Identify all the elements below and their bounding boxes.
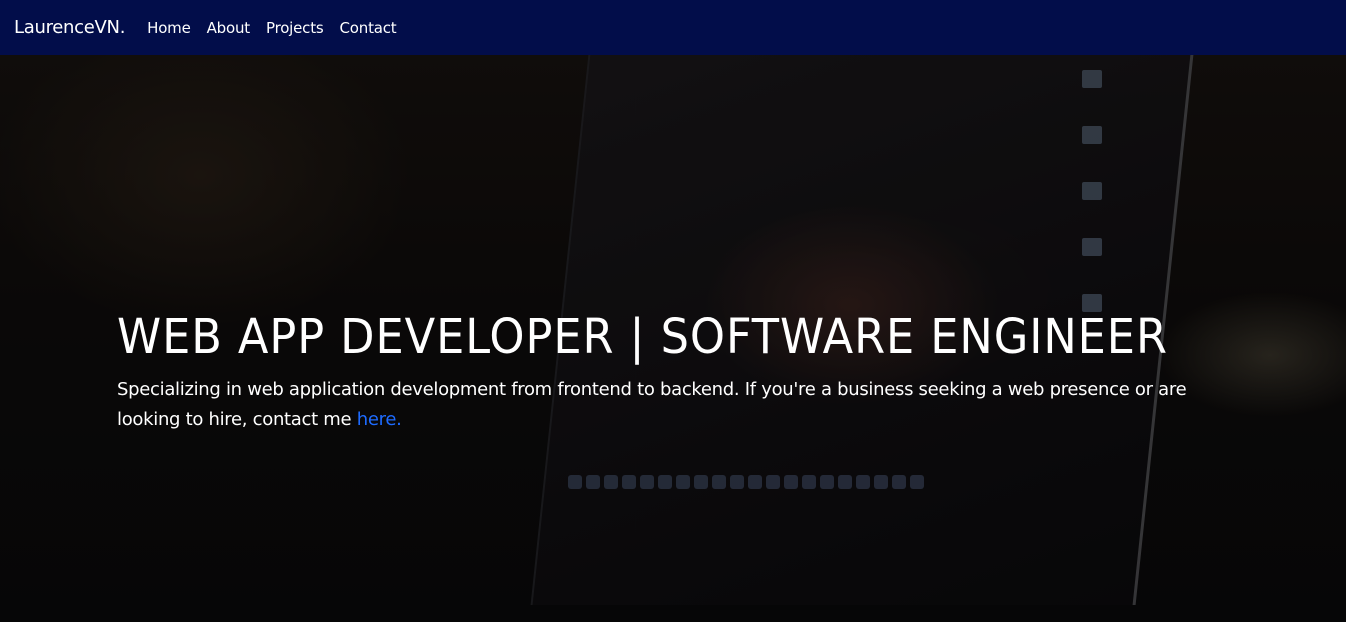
nav-link-contact[interactable]: Contact <box>340 19 397 37</box>
nav-links: Home About Projects Contact <box>147 19 397 37</box>
hero-content: WEB APP DEVELOPER | SOFTWARE ENGINEER Sp… <box>117 305 1227 435</box>
contact-here-link[interactable]: here. <box>357 409 402 430</box>
brand-logo[interactable]: LaurenceVN. <box>14 17 125 38</box>
navbar: LaurenceVN. Home About Projects Contact <box>0 0 1346 55</box>
nav-link-home[interactable]: Home <box>147 19 191 37</box>
hero-description: Specializing in web application developm… <box>117 375 1217 435</box>
nav-link-about[interactable]: About <box>207 19 251 37</box>
hero-title: WEB APP DEVELOPER | SOFTWARE ENGINEER <box>117 309 1168 365</box>
hero-section: WEB APP DEVELOPER | SOFTWARE ENGINEER Sp… <box>0 55 1346 622</box>
nav-link-projects[interactable]: Projects <box>266 19 324 37</box>
hero-description-text: Specializing in web application developm… <box>117 379 1187 430</box>
